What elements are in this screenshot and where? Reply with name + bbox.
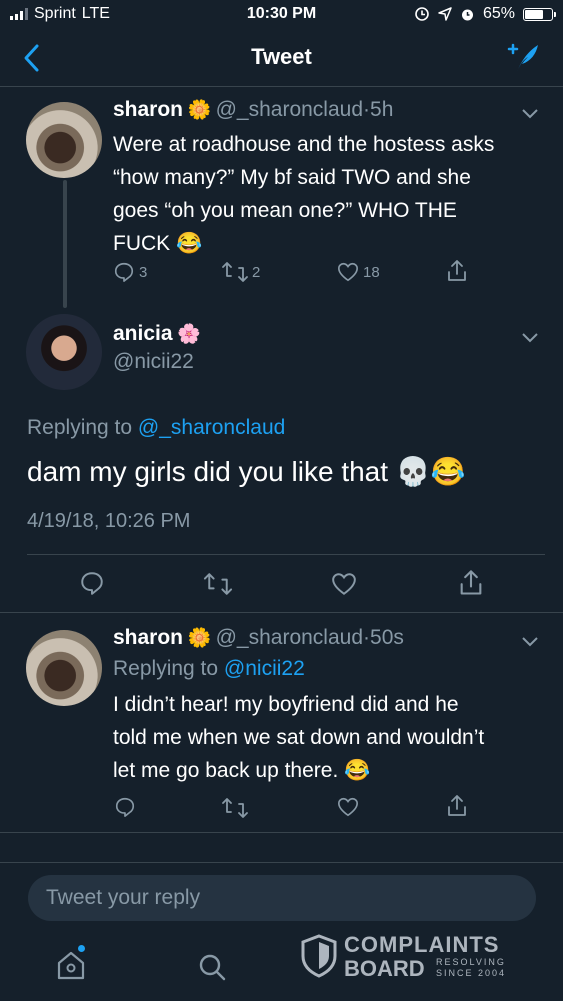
watermark-line1: COMPLAINTS bbox=[344, 932, 500, 957]
reply-input[interactable]: Tweet your reply bbox=[28, 875, 536, 921]
separator-dot: · bbox=[363, 626, 371, 649]
retweet-count: 2 bbox=[252, 263, 261, 281]
thread-line bbox=[63, 180, 67, 308]
reply-icon[interactable] bbox=[79, 570, 105, 596]
tweet-time: 50s bbox=[370, 626, 404, 649]
reply-icon bbox=[114, 262, 134, 282]
watermark-line2: BOARD bbox=[344, 956, 425, 981]
replying-prefix: Replying to bbox=[27, 416, 133, 439]
notification-dot bbox=[78, 945, 85, 952]
avatar[interactable] bbox=[26, 102, 102, 178]
avatar[interactable] bbox=[26, 630, 102, 706]
battery-fill bbox=[525, 9, 544, 19]
chevron-down-icon[interactable] bbox=[521, 108, 539, 120]
tweet-text-line: told me when we sat down and wouldn’t bbox=[113, 726, 485, 749]
watermark-tag1: RESOLVING bbox=[436, 957, 506, 967]
author-emoji: 🌸 bbox=[177, 324, 201, 345]
divider bbox=[0, 832, 563, 833]
tweet-text-line: Were at roadhouse and the hostess asks bbox=[113, 133, 495, 156]
retweet-icon bbox=[222, 262, 248, 282]
separator-dot: · bbox=[363, 98, 371, 121]
replying-handle-link[interactable]: @nicii22 bbox=[224, 657, 305, 680]
like-action[interactable]: 18 bbox=[337, 261, 380, 283]
reply-icon[interactable] bbox=[114, 796, 136, 818]
search-icon[interactable] bbox=[197, 952, 227, 982]
tweet-header: sharon 🌼 @_sharonclaud·50s bbox=[113, 626, 553, 650]
reply-count: 3 bbox=[139, 263, 148, 281]
tweet-text-line: “how many?” My bf said TWO and she bbox=[113, 166, 471, 189]
watermark-tagline: RESOLVING SINCE 2004 bbox=[436, 957, 506, 979]
author-name[interactable]: sharon bbox=[113, 626, 183, 649]
watermark-logo: COMPLAINTS BOARD RESOLVING SINCE 2004 bbox=[300, 930, 520, 981]
battery-percent: 65% bbox=[482, 5, 515, 22]
heart-icon bbox=[338, 262, 358, 282]
compose-tweet-icon[interactable] bbox=[505, 40, 541, 76]
retweet-icon[interactable] bbox=[222, 797, 248, 819]
retweet-icon[interactable] bbox=[203, 572, 233, 596]
focus-tweet-text: dam my girls did you like that 💀😂 bbox=[27, 456, 466, 487]
author-name[interactable]: sharon bbox=[113, 98, 183, 121]
avatar[interactable] bbox=[26, 314, 102, 390]
author-handle[interactable]: @nicii22 bbox=[113, 350, 201, 374]
share-icon[interactable] bbox=[446, 794, 468, 818]
tweet-header: sharon 🌼 @_sharonclaud·5h bbox=[113, 98, 553, 122]
location-icon bbox=[438, 7, 452, 21]
share-icon[interactable] bbox=[458, 569, 484, 597]
retweet-action[interactable]: 2 bbox=[222, 261, 260, 283]
battery-icon bbox=[523, 7, 556, 21]
author-handle[interactable]: @_sharonclaud bbox=[216, 626, 363, 649]
tweet-text-line: goes “oh you mean one?” WHO THE bbox=[113, 199, 457, 222]
replying-prefix: Replying to bbox=[113, 657, 219, 680]
tweet-time: 5h bbox=[370, 98, 394, 121]
share-action[interactable] bbox=[446, 259, 468, 283]
chevron-down-icon[interactable] bbox=[521, 332, 539, 344]
tweet-body: Were at roadhouse and the hostess asks “… bbox=[113, 128, 553, 260]
tweet-text-line: I didn’t hear! my boyfriend did and he bbox=[113, 693, 459, 716]
focus-author: anicia 🌸 @nicii22 bbox=[113, 322, 201, 374]
author-name[interactable]: anicia bbox=[113, 322, 173, 345]
shield-icon bbox=[301, 934, 337, 978]
watermark-tag2: SINCE 2004 bbox=[436, 968, 507, 978]
chevron-down-icon[interactable] bbox=[521, 636, 539, 648]
tweet-body: I didn’t hear! my boyfriend did and he t… bbox=[113, 688, 553, 787]
nav-bar: Tweet bbox=[0, 30, 563, 87]
alarm-icon bbox=[461, 9, 473, 20]
heart-icon[interactable] bbox=[331, 571, 357, 597]
screen-lock-icon bbox=[415, 7, 429, 21]
status-bar: Sprint LTE 10:30 PM 65% bbox=[0, 0, 563, 30]
reply-action[interactable]: 3 bbox=[113, 261, 147, 283]
share-icon bbox=[448, 260, 466, 281]
like-count: 18 bbox=[363, 263, 380, 281]
replying-to: Replying to @_sharonclaud bbox=[27, 416, 285, 440]
divider bbox=[0, 612, 563, 613]
heart-icon[interactable] bbox=[337, 796, 359, 818]
tweet-text-line: FUCK 😂 bbox=[113, 232, 203, 255]
page-title: Tweet bbox=[251, 44, 312, 69]
divider bbox=[27, 554, 545, 555]
tweet-timestamp: 4/19/18, 10:26 PM bbox=[27, 510, 191, 532]
author-emoji: 🌼 bbox=[187, 628, 212, 649]
status-right: 65% bbox=[414, 5, 556, 23]
author-emoji: 🌼 bbox=[187, 100, 212, 121]
replying-handle-link[interactable]: @_sharonclaud bbox=[138, 416, 285, 439]
replying-to: Replying to @nicii22 bbox=[113, 657, 305, 681]
tweet-text-line: let me go back up there. 😂 bbox=[113, 759, 371, 782]
author-handle[interactable]: @_sharonclaud bbox=[216, 98, 363, 121]
